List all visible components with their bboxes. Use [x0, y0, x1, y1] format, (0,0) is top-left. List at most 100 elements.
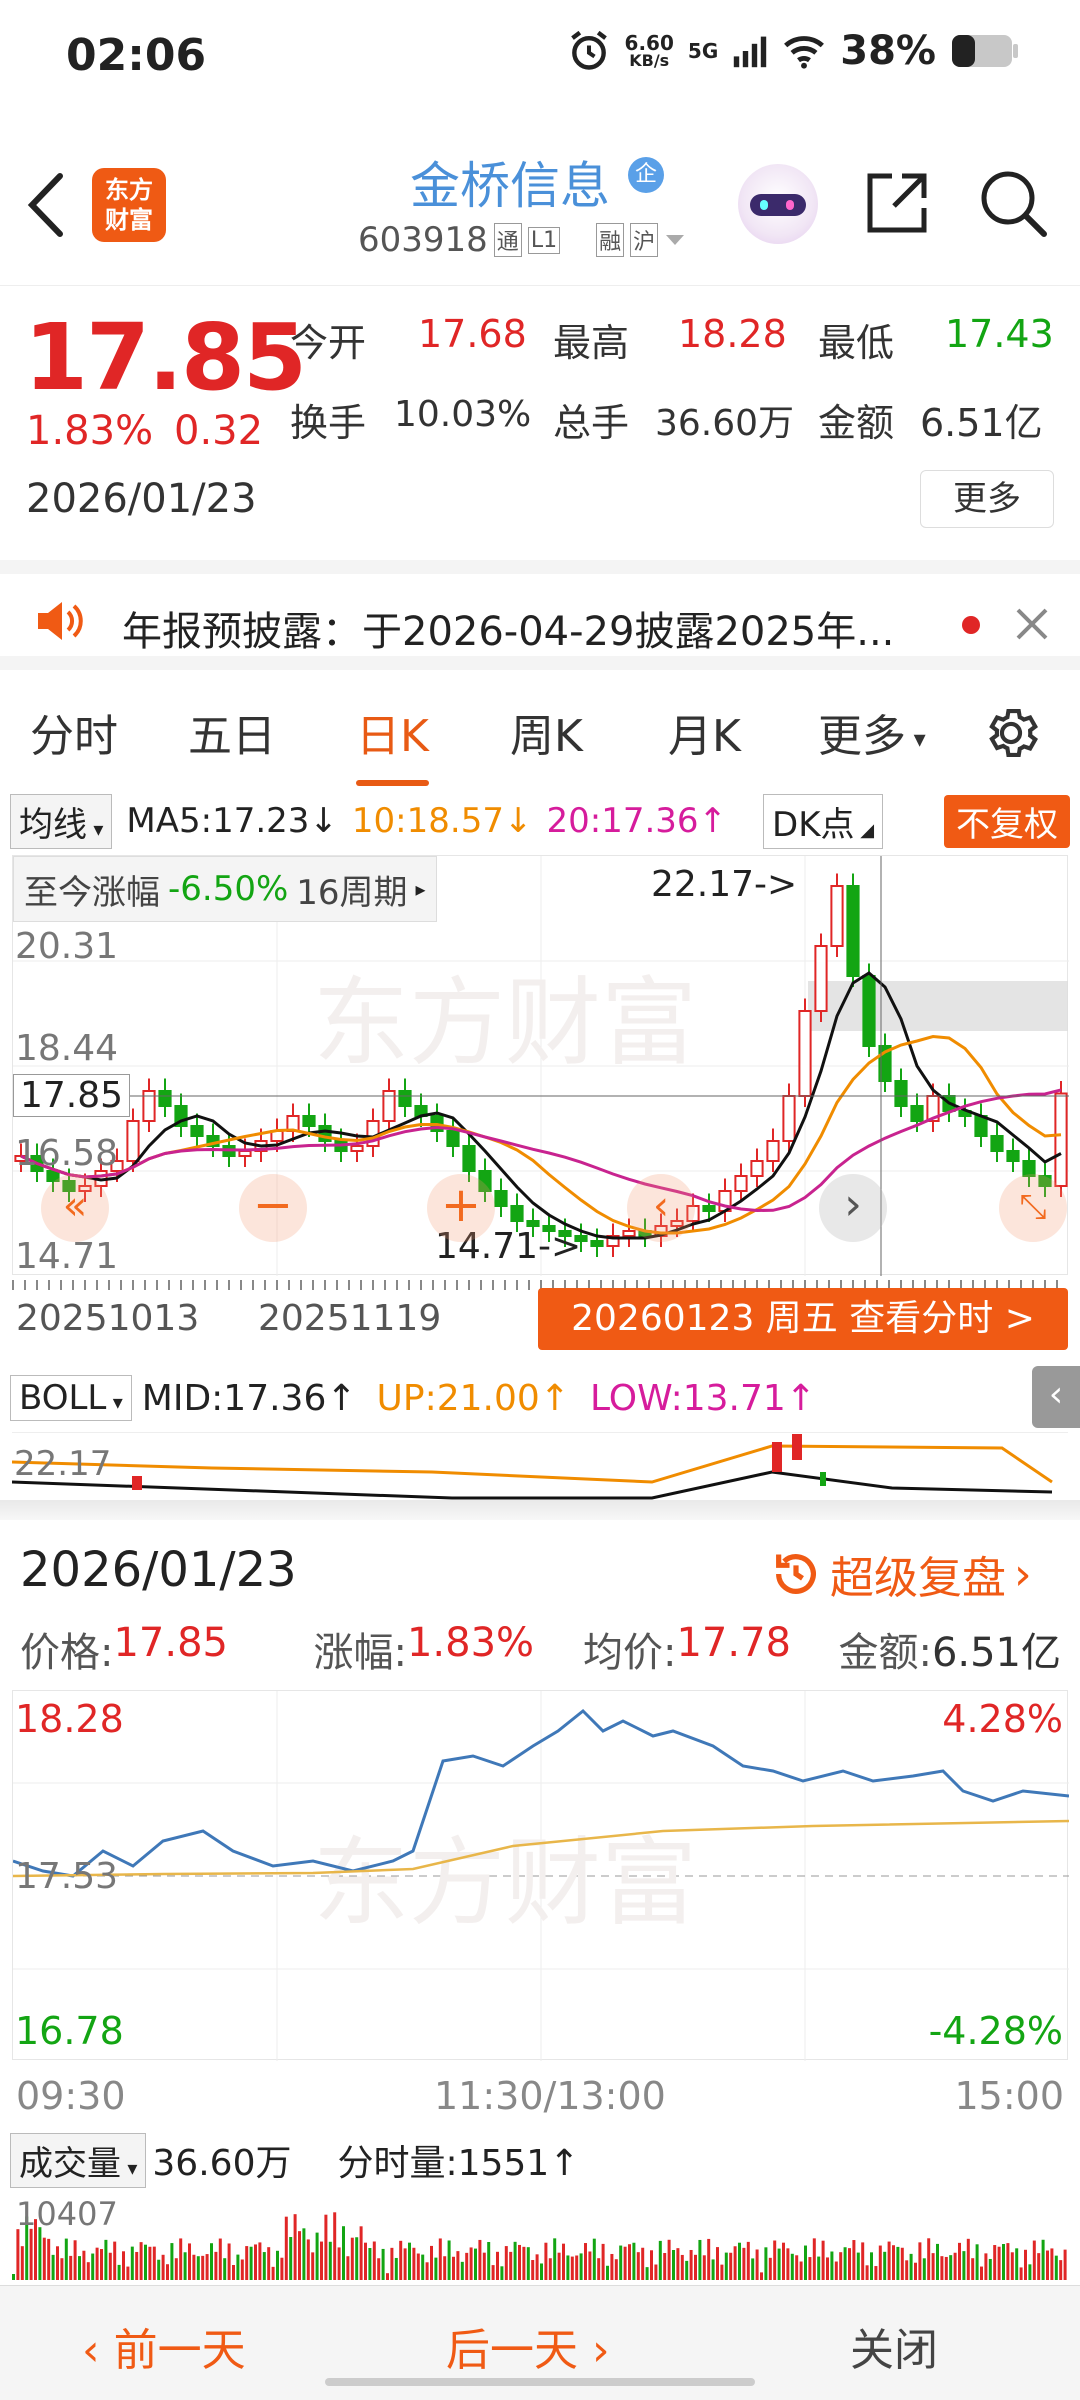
kline-chart[interactable]: 东方财富 至今涨幅 -6.50% 16周期 ▸ 20.31 18.44 16.5…: [12, 855, 1069, 1277]
dropdown-icon[interactable]: [664, 232, 686, 248]
zoom-out-icon[interactable]: −: [239, 1174, 307, 1242]
volume-bar: [170, 2243, 174, 2280]
range-change-box[interactable]: 至今涨幅 -6.50% 16周期 ▸: [13, 856, 437, 922]
volume-bar: [936, 2243, 939, 2280]
next-day-button[interactable]: 后一天 ›: [446, 2314, 610, 2378]
home-indicator: [325, 2378, 755, 2386]
volume-bar: [720, 2264, 724, 2280]
status-bar: 02:06 6.60 KB/s 5G 38%: [0, 0, 1080, 110]
volume-bar: [826, 2257, 829, 2280]
volume-bar: [350, 2237, 354, 2280]
turnover-value: 10.03%: [394, 394, 532, 435]
volume-bar: [452, 2256, 455, 2280]
prev-day-button[interactable]: ‹ 前一天: [82, 2314, 246, 2378]
volume-bar: [188, 2243, 191, 2280]
volume-bar: [1024, 2249, 1027, 2280]
scroll-next-icon[interactable]: ›: [819, 1174, 887, 1242]
boll-y-label: 22.17: [14, 1444, 112, 1484]
close-button[interactable]: 关闭: [850, 2314, 938, 2378]
volume-bar: [760, 2272, 763, 2280]
candle-body: [398, 1090, 412, 1107]
volume-bar: [311, 2252, 315, 2280]
volume-bar: [997, 2246, 1001, 2280]
tab-yuek[interactable]: 月K: [668, 700, 741, 764]
volume-bar: [69, 2255, 73, 2280]
indicator-select[interactable]: BOLL ▾: [10, 1375, 132, 1421]
volume-bar: [628, 2244, 631, 2280]
volume-bar: [504, 2246, 508, 2280]
notice-bar[interactable]: 年报预披露：于2026-04-29披露2025年...: [0, 560, 1080, 670]
intraday-y-bottom: 16.78: [15, 2009, 124, 2053]
volume-bar: [918, 2242, 922, 2280]
volume-bar: [588, 2251, 592, 2280]
volume-bar: [900, 2247, 904, 2280]
tab-zhouk[interactable]: 周K: [510, 700, 583, 764]
volume-bar: [56, 2246, 59, 2280]
dk-point-button[interactable]: DK点 ◢: [763, 793, 884, 849]
super-review-link[interactable]: 超级复盘 ›: [770, 1542, 1032, 1606]
volume-bar: [130, 2246, 134, 2280]
volume-bar: [641, 2247, 645, 2280]
volume-bar: [460, 2261, 464, 2280]
ma5-value: MA5:17.23↓: [126, 801, 338, 841]
volume-bar: [368, 2248, 372, 2280]
volume-bar: [839, 2252, 843, 2280]
volume-bar: [667, 2239, 671, 2280]
tab-more[interactable]: 更多 ▾: [818, 700, 926, 764]
volume-select[interactable]: 成交量 ▾: [10, 2132, 147, 2188]
volume-bar: [746, 2241, 750, 2280]
volume-bar: [782, 2242, 785, 2280]
fullscreen-icon[interactable]: ⤡: [999, 1174, 1067, 1242]
view-intraday-button[interactable]: 20260123 周五 查看分时 >: [538, 1288, 1068, 1350]
candle-body: [990, 1135, 1004, 1152]
notice-text[interactable]: 年报预披露：于2026-04-29披露2025年...: [122, 599, 894, 657]
volume-bar: [64, 2238, 68, 2280]
share-icon[interactable]: [862, 168, 932, 238]
collapse-panel-icon[interactable]: ‹: [1032, 1366, 1080, 1428]
volume-bar: [249, 2246, 253, 2280]
detail-values-row: 价格: 17.85 涨幅: 1.83% 均价: 17.78 金额: 6.51亿: [20, 1620, 1061, 1676]
volume-bar: [817, 2256, 821, 2280]
eastmoney-logo[interactable]: 东方 财富: [92, 168, 166, 242]
volume-bar: [456, 2251, 460, 2280]
candle-body: [734, 1175, 748, 1192]
scroll-left-icon[interactable]: «: [41, 1174, 109, 1242]
ma-select[interactable]: 均线 ▾: [10, 793, 113, 849]
volume-bar: [324, 2214, 328, 2280]
volume-bar: [478, 2239, 482, 2280]
tab-wuri[interactable]: 五日: [188, 700, 276, 764]
close-icon[interactable]: [1012, 604, 1052, 644]
candle-body: [1006, 1150, 1020, 1162]
battery-text: 38%: [840, 28, 936, 74]
volume-bar: [1002, 2244, 1005, 2280]
volume-bar: [443, 2256, 447, 2280]
volume-bar: [742, 2247, 746, 2280]
candle-body: [446, 1130, 460, 1147]
volume-bar: [566, 2255, 570, 2280]
tab-rik[interactable]: 日K: [356, 700, 429, 786]
tab-fenshi[interactable]: 分时: [30, 700, 118, 764]
volume-bar: [852, 2240, 856, 2280]
fuquan-button[interactable]: 不复权: [944, 794, 1070, 848]
more-button[interactable]: 更多: [920, 470, 1054, 528]
scroll-prev-icon[interactable]: ‹: [627, 1174, 695, 1242]
volume-bar: [399, 2240, 403, 2280]
zoom-in-icon[interactable]: +: [427, 1174, 495, 1242]
back-arrow-icon[interactable]: [20, 170, 70, 240]
volume-bar: [874, 2266, 878, 2280]
volume-bar: [632, 2242, 636, 2280]
volume-bar: [570, 2256, 574, 2280]
ai-assistant-avatar[interactable]: [738, 164, 818, 244]
stock-code-row: 603918 通 L1 融 沪: [358, 220, 686, 260]
gear-icon[interactable]: [980, 702, 1042, 764]
candle-body: [462, 1145, 476, 1172]
volume-bar: [812, 2238, 816, 2280]
search-icon[interactable]: [978, 168, 1050, 240]
tag-l1: L1: [527, 226, 561, 254]
volume-bar: [29, 2228, 33, 2280]
volume-bar: [804, 2245, 807, 2280]
stock-name[interactable]: 金桥信息: [410, 146, 610, 218]
intraday-chart[interactable]: 东方财富 18.28 17.53 16.78 4.28% -4.28%: [12, 1690, 1070, 2061]
candle-body: [622, 1230, 636, 1237]
volume-bar: [179, 2238, 183, 2280]
